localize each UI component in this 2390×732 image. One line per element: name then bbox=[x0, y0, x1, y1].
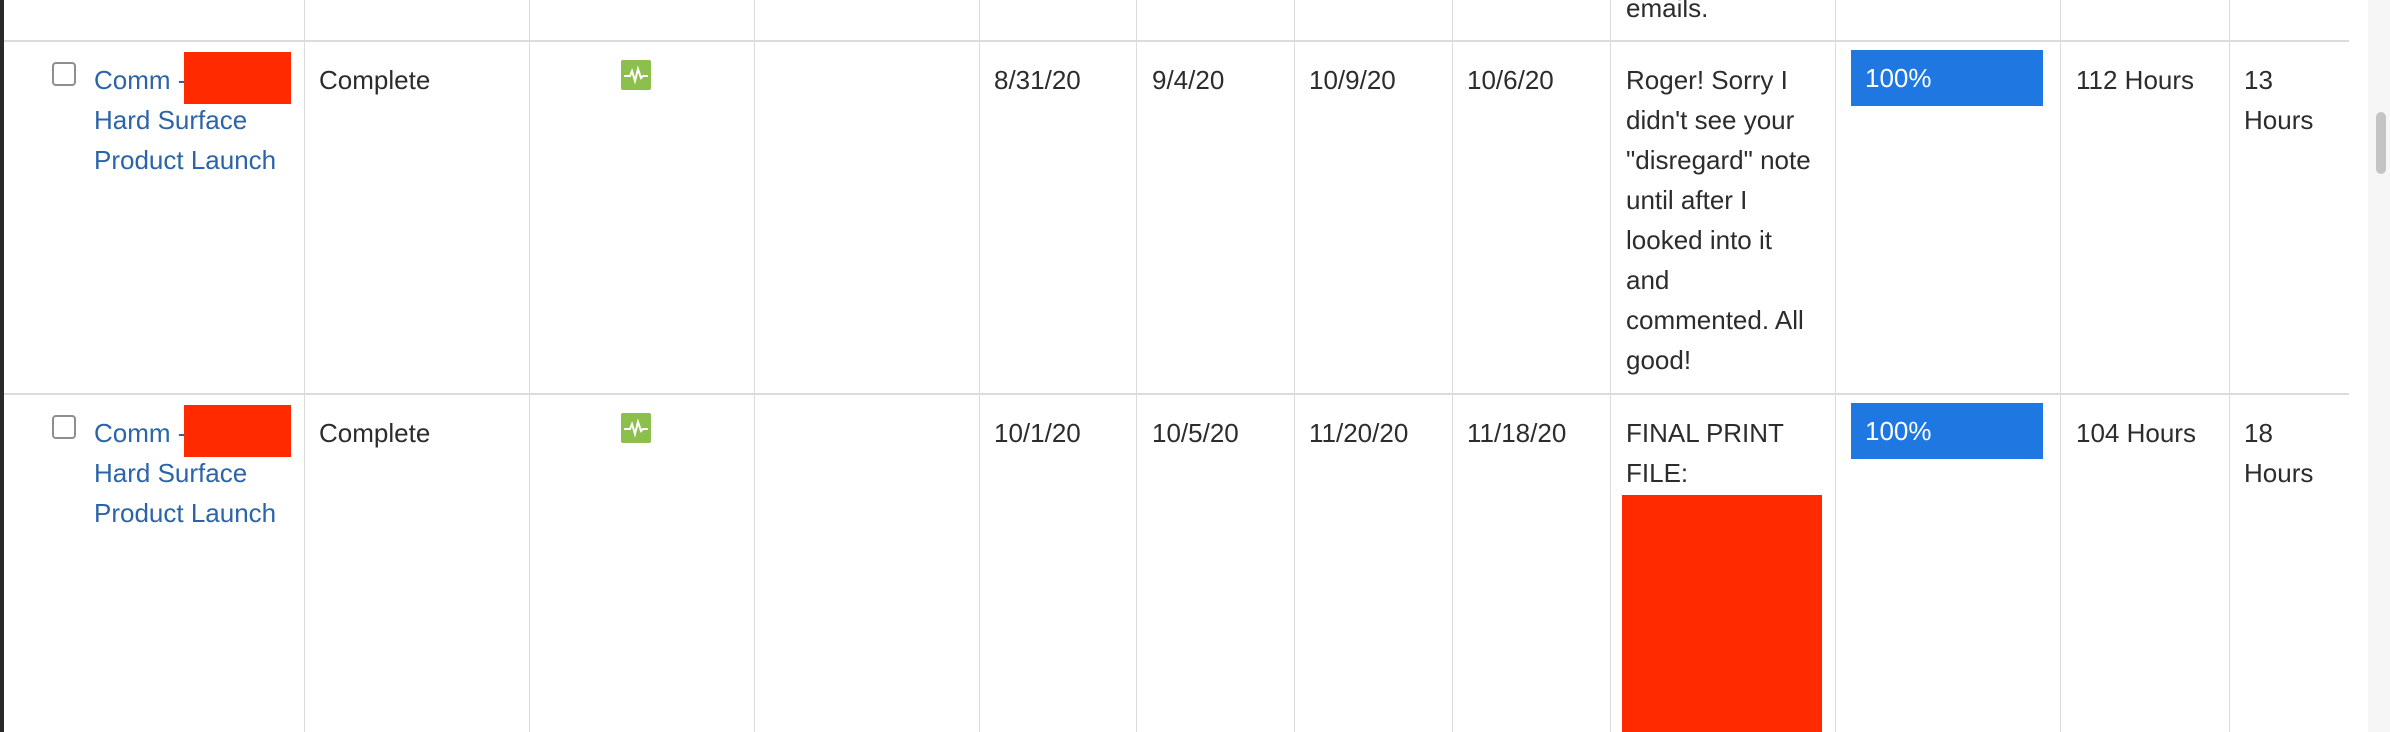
notes-line: until after I bbox=[1626, 185, 1748, 215]
redacted-block bbox=[1622, 495, 1822, 732]
planned-start-cell: 10/5/20 bbox=[1152, 418, 1239, 448]
table-row[interactable]: Comm - Hard Surface Product Launch Compl… bbox=[4, 395, 2349, 732]
notes-cell: FINAL PRINT FILE: bbox=[1626, 413, 1784, 493]
redacted-block bbox=[184, 405, 291, 457]
notes-line: looked into it bbox=[1626, 225, 1772, 255]
task-name-line[interactable]: Hard Surface bbox=[94, 100, 276, 140]
actual-hours-line: Hours bbox=[2244, 458, 2314, 488]
task-list-page: emails. Comm - Hard Surface Product Laun… bbox=[0, 0, 2390, 732]
table-row[interactable]: Comm - Hard Surface Product Launch Compl… bbox=[4, 42, 2349, 393]
notes-line: Roger! Sorry I bbox=[1626, 65, 1788, 95]
task-name-line[interactable]: Product Launch bbox=[94, 140, 276, 180]
actual-hours-line: Hours bbox=[2244, 105, 2314, 135]
start-date-cell: 8/31/20 bbox=[994, 65, 1081, 95]
percent-complete-bar: 100% bbox=[1851, 50, 2043, 106]
notes-line: commented. All bbox=[1626, 305, 1804, 335]
notes-line: "disregard" note bbox=[1626, 145, 1811, 175]
actual-hours-cell: 13 Hours bbox=[2244, 60, 2313, 140]
actual-hours-cell: 18 Hours bbox=[2244, 413, 2313, 493]
notes-line: FINAL PRINT bbox=[1626, 418, 1784, 448]
notes-cell: Roger! Sorry I didn't see your "disregar… bbox=[1626, 60, 1811, 380]
scrollbar-thumb[interactable] bbox=[2376, 112, 2386, 174]
due-date-cell: 11/20/20 bbox=[1309, 418, 1409, 448]
task-name-line[interactable]: Comm - bbox=[94, 418, 186, 448]
row-select-checkbox[interactable] bbox=[52, 415, 76, 439]
planned-hours-cell: 112 Hours bbox=[2076, 65, 2195, 95]
actual-hours-line: 13 bbox=[2244, 65, 2273, 95]
completed-date-cell: 11/18/20 bbox=[1467, 418, 1567, 448]
notes-line: didn't see your bbox=[1626, 105, 1795, 135]
notes-line: good! bbox=[1626, 345, 1692, 375]
notes-line: and bbox=[1626, 265, 1670, 295]
percent-complete-bar: 100% bbox=[1851, 403, 2043, 459]
start-date-cell: 10/1/20 bbox=[994, 418, 1081, 448]
status-cell: Complete bbox=[319, 65, 431, 95]
completed-date-cell: 10/6/20 bbox=[1467, 65, 1554, 95]
due-date-cell: 10/9/20 bbox=[1309, 65, 1396, 95]
row-select-checkbox[interactable] bbox=[52, 62, 76, 86]
status-cell: Complete bbox=[319, 418, 431, 448]
task-name-line[interactable]: Product Launch bbox=[94, 493, 276, 533]
notes-cell-fragment: emails. bbox=[1626, 0, 1709, 23]
health-pulse-icon bbox=[621, 413, 651, 443]
task-name-line[interactable]: Hard Surface bbox=[94, 453, 276, 493]
actual-hours-line: 18 bbox=[2244, 418, 2273, 448]
task-name-line[interactable]: Comm - bbox=[94, 65, 186, 95]
notes-line: FILE: bbox=[1626, 458, 1689, 488]
health-pulse-icon bbox=[621, 60, 651, 90]
vertical-scrollbar[interactable] bbox=[2368, 0, 2390, 732]
planned-hours-cell: 104 Hours bbox=[2076, 418, 2196, 448]
redacted-block bbox=[184, 52, 291, 104]
planned-start-cell: 9/4/20 bbox=[1152, 65, 1225, 95]
